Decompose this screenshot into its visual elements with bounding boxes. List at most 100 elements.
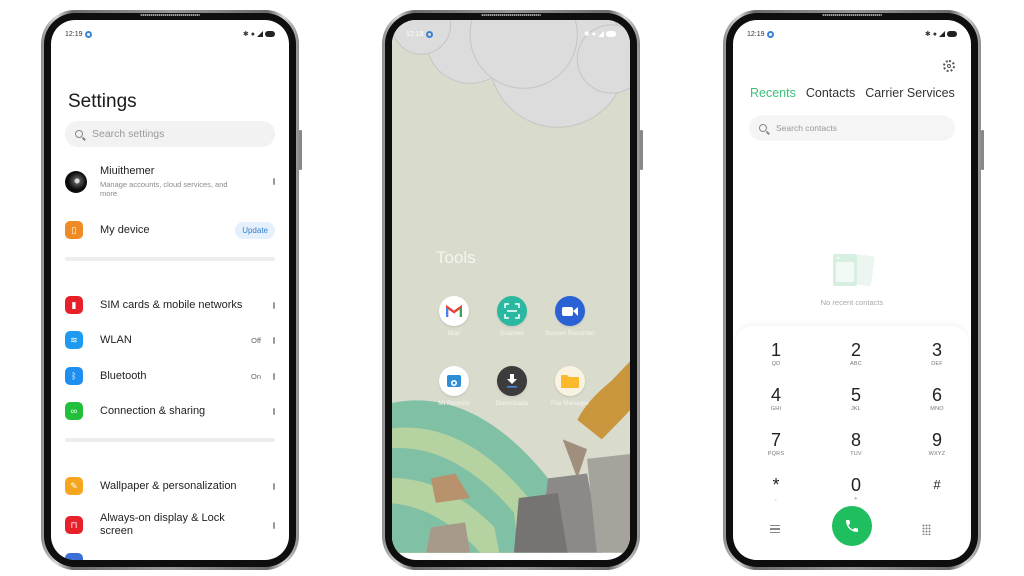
bluetooth-icon: ᛒ bbox=[65, 367, 83, 385]
dial-key[interactable]: 6 MNO bbox=[907, 385, 967, 412]
chevron-icon bbox=[273, 372, 275, 380]
account-subtitle: Manage accounts, cloud services, and mor… bbox=[100, 180, 228, 198]
settings-item-wlan[interactable]: ≋ WLAN Off bbox=[65, 331, 275, 349]
bluetooth-icon: ✱ bbox=[583, 31, 590, 38]
dialer-screen: 12:19 ✱ ● Recents Contacts Carrier Servic… bbox=[733, 20, 971, 560]
app-label: File Manager bbox=[551, 400, 589, 407]
status-bar: 12:19 ✱ ● bbox=[733, 20, 971, 42]
volume-button bbox=[299, 130, 302, 170]
alarm-icon: ● bbox=[591, 30, 596, 38]
app-screen-recorder[interactable]: Screen Recorder bbox=[540, 296, 600, 338]
settings-item-label: Connection & sharing bbox=[100, 405, 206, 417]
settings-item-bluetooth[interactable]: ᛒ Bluetooth On bbox=[65, 367, 275, 385]
dial-key[interactable]: 3 DEF bbox=[907, 340, 967, 367]
dial-key-letters: GHI bbox=[770, 406, 782, 412]
connection-icon: ∞ bbox=[65, 402, 83, 420]
search-placeholder: Search contacts bbox=[776, 123, 837, 133]
tab-contacts[interactable]: Contacts bbox=[806, 86, 855, 100]
search-contacts-input[interactable]: Search contacts bbox=[749, 115, 955, 141]
app-mi-remote[interactable]: Mi Remote bbox=[424, 366, 484, 408]
chevron-icon bbox=[273, 336, 275, 344]
chevron-icon bbox=[273, 178, 275, 185]
device-icon: ▯ bbox=[65, 221, 83, 239]
signal-icon bbox=[598, 31, 604, 37]
account-row[interactable]: Miuithemer Manage accounts, cloud servic… bbox=[65, 165, 275, 198]
settings-item-connection[interactable]: ∞ Connection & sharing bbox=[65, 402, 275, 420]
settings-item-lockscreen[interactable]: ⊓ Always-on display & Lock screen bbox=[65, 512, 275, 538]
bluetooth-status: On bbox=[250, 371, 261, 381]
search-icon bbox=[759, 124, 767, 132]
dial-key-letters: QD bbox=[771, 361, 781, 367]
phone-settings: 12:19 ✱ ● Settings Search settings Miuith… bbox=[41, 10, 302, 570]
phone-dialer: 12:19 ✱ ● Recents Contacts Carrier Servic… bbox=[723, 10, 984, 570]
app-label: Mail bbox=[448, 330, 460, 337]
settings-item-sim[interactable]: ▮ SIM cards & mobile networks bbox=[65, 296, 275, 314]
dial-key-number: 6 bbox=[931, 385, 942, 405]
tab-recents[interactable]: Recents bbox=[750, 86, 796, 100]
dial-key[interactable]: *, bbox=[746, 475, 806, 502]
settings-gear-icon[interactable] bbox=[943, 60, 955, 72]
dial-key-letters: DEF bbox=[931, 361, 943, 367]
status-time: 12:19 bbox=[406, 30, 424, 38]
phones-showcase: 12:19 ✱ ● Settings Search settings Miuith… bbox=[0, 0, 1024, 576]
dial-key-letters: MNO bbox=[930, 406, 944, 412]
dial-key-number: 3 bbox=[931, 340, 942, 360]
settings-item-label: WLAN bbox=[100, 334, 132, 346]
dial-key[interactable]: 8 TUV bbox=[826, 430, 886, 457]
chevron-icon bbox=[273, 407, 275, 415]
dial-key-number: 2 bbox=[850, 340, 861, 360]
bluetooth-icon: ✱ bbox=[242, 31, 249, 38]
speaker-grill bbox=[822, 14, 882, 16]
app-label: Downloads bbox=[495, 400, 529, 407]
empty-state-text: No recent contacts bbox=[820, 298, 884, 307]
page-title: Settings bbox=[68, 91, 137, 112]
keypad-toggle-icon[interactable] bbox=[922, 524, 931, 535]
app-label: Screen Recorder bbox=[545, 330, 595, 337]
menu-icon[interactable] bbox=[770, 525, 780, 533]
status-bar: 12:19 ✱ ● bbox=[51, 20, 289, 42]
settings-item-wallpaper[interactable]: ✎ Wallpaper & personalization bbox=[65, 477, 275, 495]
app-scanner[interactable]: Scanner bbox=[482, 296, 542, 338]
dial-key-number: * bbox=[772, 475, 780, 495]
volume-button bbox=[640, 130, 643, 170]
search-input[interactable]: Search settings bbox=[65, 121, 275, 147]
status-time: 12:19 bbox=[65, 30, 83, 38]
chevron-icon bbox=[273, 521, 275, 529]
dial-key-letters: , bbox=[775, 496, 777, 502]
dial-key[interactable]: # bbox=[907, 475, 967, 496]
call-button[interactable] bbox=[832, 506, 872, 546]
dial-key[interactable]: 9 WXYZ bbox=[907, 430, 967, 457]
dialer-tabs: Recents Contacts Carrier Services bbox=[750, 86, 955, 100]
app-label: Mi Remote bbox=[438, 400, 470, 407]
app-downloads[interactable]: Downloads bbox=[482, 366, 542, 408]
chevron-icon bbox=[273, 482, 275, 490]
status-time: 12:19 bbox=[747, 30, 765, 38]
dial-key[interactable]: 5 JKL bbox=[826, 385, 886, 412]
section-divider bbox=[65, 438, 275, 442]
battery-icon bbox=[265, 31, 275, 37]
dial-key-letters: TUV bbox=[850, 451, 862, 457]
tab-carrier-services[interactable]: Carrier Services bbox=[865, 86, 955, 100]
update-badge[interactable]: Update bbox=[235, 221, 275, 239]
settings-item-label: SIM cards & mobile networks bbox=[100, 299, 243, 311]
dial-key[interactable]: 1 QD bbox=[746, 340, 806, 367]
search-icon bbox=[75, 130, 83, 138]
dial-key[interactable]: 2 ABC bbox=[826, 340, 886, 367]
notification-icon bbox=[766, 30, 774, 38]
notification-icon bbox=[84, 30, 92, 38]
next-item-icon bbox=[65, 553, 83, 560]
dial-key[interactable]: 4 GHI bbox=[746, 385, 806, 412]
lock-icon: ⊓ bbox=[65, 516, 83, 534]
dial-key-number: 7 bbox=[770, 430, 781, 450]
app-file-manager[interactable]: File Manager bbox=[540, 366, 600, 408]
dial-key-letters: JKL bbox=[850, 406, 862, 412]
dial-key-letters: WXYZ bbox=[928, 451, 946, 457]
gmail-icon bbox=[439, 296, 469, 326]
folder-title: Tools bbox=[436, 248, 476, 267]
app-mail[interactable]: Mail bbox=[424, 296, 484, 338]
dial-key[interactable]: 7 PQRS bbox=[746, 430, 806, 457]
my-device-row[interactable]: ▯ My device Update bbox=[65, 221, 275, 239]
dial-key[interactable]: 0 + bbox=[826, 475, 886, 502]
downloads-icon bbox=[497, 366, 527, 396]
battery-icon bbox=[947, 31, 957, 37]
